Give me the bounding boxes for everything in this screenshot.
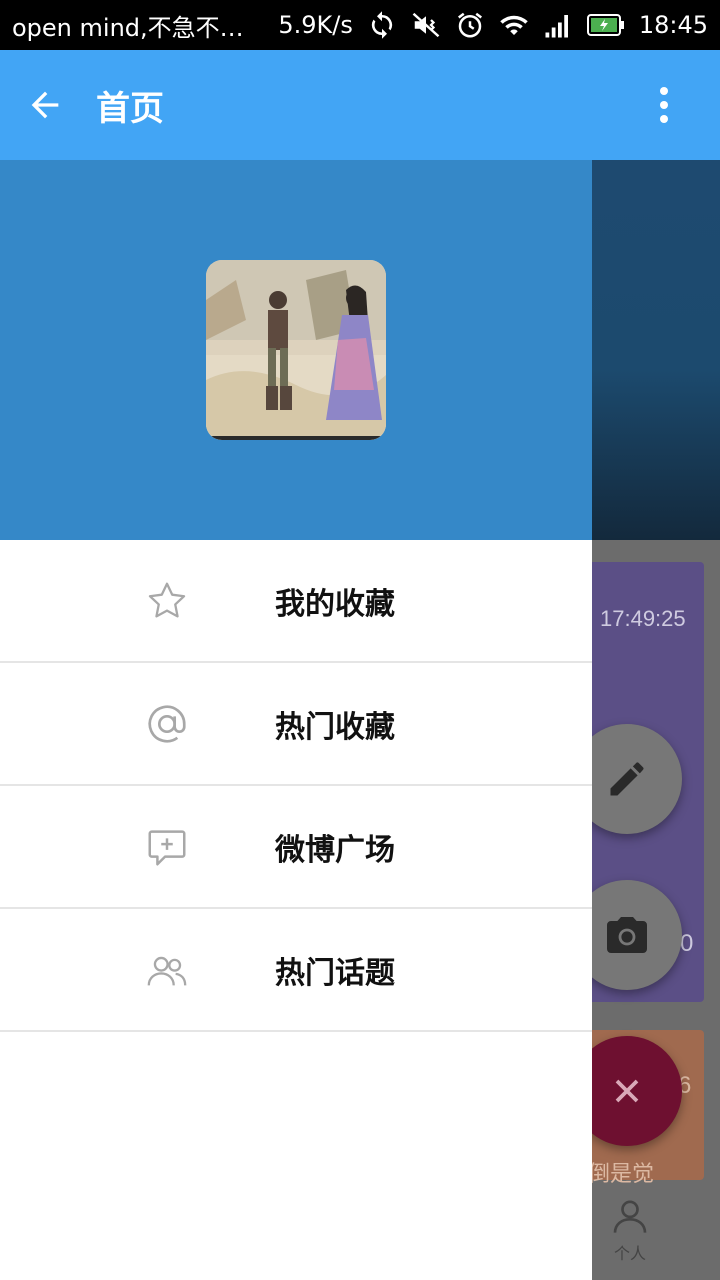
wifi-icon <box>499 10 529 40</box>
arrow-left-icon <box>31 91 59 119</box>
close-icon <box>615 1079 639 1103</box>
status-bar: open mind,不急不… 5.9K/s 18:45 <box>0 0 720 50</box>
at-icon <box>144 701 190 747</box>
drawer-header <box>0 160 592 540</box>
avatar[interactable] <box>206 260 386 440</box>
network-speed: 5.9K/s <box>278 11 353 39</box>
alarm-icon <box>455 10 485 40</box>
more-vert-icon <box>660 87 668 123</box>
drawer-item-hot-favorites[interactable]: 热门收藏 <box>0 663 592 786</box>
battery-icon <box>586 14 625 36</box>
back-button[interactable] <box>20 80 70 130</box>
app-bar: 首页 <box>0 50 720 160</box>
status-notification: open mind,不急不… <box>12 13 244 42</box>
star-icon <box>144 578 190 624</box>
mute-vibrate-icon <box>411 10 441 40</box>
feed-card-time: 17:49:25 <box>600 606 686 631</box>
people-icon <box>144 947 190 993</box>
bottom-tab-profile[interactable]: 个人 <box>600 1196 660 1276</box>
page-title: 首页 <box>96 88 164 129</box>
avatar-image <box>206 260 386 440</box>
drawer-item-label: 微博广场 <box>275 832 395 868</box>
clock: 18:45 <box>638 11 708 39</box>
drawer-item-weibo-square[interactable]: 微博广场 <box>0 786 592 909</box>
signal-icon <box>543 10 573 40</box>
drawer-item-my-favorites[interactable]: 我的收藏 <box>0 540 592 663</box>
pencil-icon <box>610 762 644 796</box>
person-icon <box>613 1200 647 1233</box>
camera-icon <box>607 917 647 953</box>
drawer-item-hot-topics[interactable]: 热门话题 <box>0 909 592 1032</box>
more-options-button[interactable] <box>644 75 684 135</box>
sync-icon <box>367 10 397 40</box>
navigation-drawer: 我的收藏 热门收藏 微博广场 热门话题 <box>0 160 592 1280</box>
feed-card-count: 0 <box>680 930 694 957</box>
drawer-item-label: 我的收藏 <box>275 586 395 622</box>
drawer-item-label: 热门收藏 <box>275 709 395 745</box>
comment-plus-icon <box>144 824 190 870</box>
bottom-tab-label: 个人 <box>613 1244 646 1263</box>
drawer-item-label: 热门话题 <box>275 955 395 991</box>
drawer-menu: 我的收藏 热门收藏 微博广场 热门话题 <box>0 540 592 1032</box>
content-header-image <box>592 160 720 540</box>
